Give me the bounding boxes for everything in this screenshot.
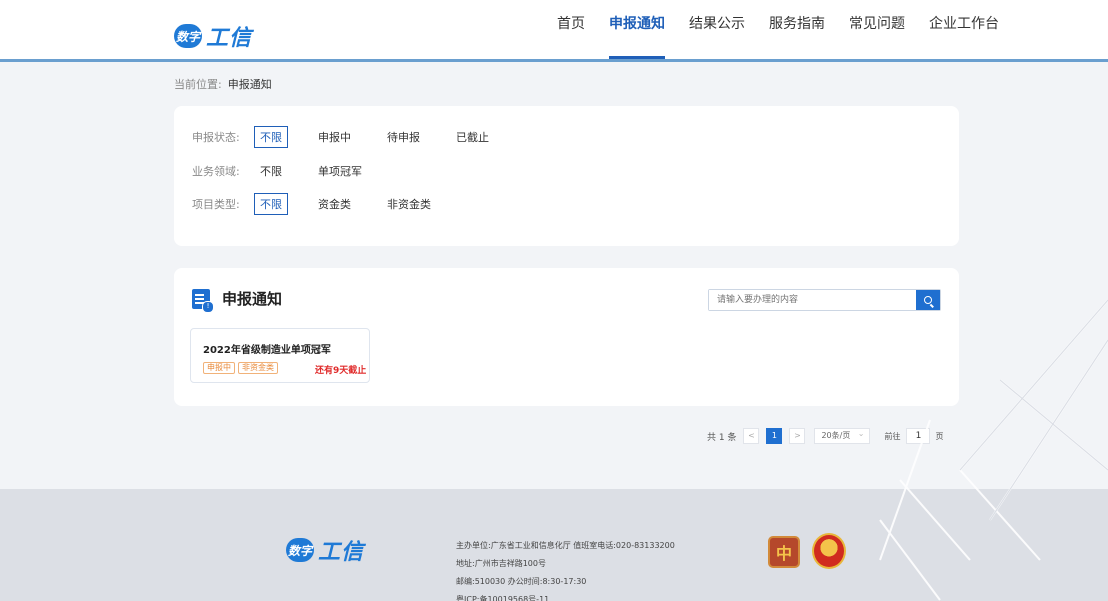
filter-row-domain: 业务领域: 不限 单项冠军 (192, 160, 392, 182)
filter-option[interactable]: 不限 (254, 126, 288, 148)
site-logo[interactable]: 数字 工信 (174, 20, 252, 52)
search-input[interactable] (709, 290, 918, 310)
footer-sponsor: 主办单位:广东省工业和信息化厅 值班室电话:020-83133200 (456, 541, 675, 550)
list-header: 申报通知 (192, 288, 283, 313)
goto-page-input[interactable]: 1 (906, 428, 931, 444)
breadcrumb-prefix: 当前位置: (174, 78, 222, 91)
deadline-text: 还有9天截止 (315, 366, 367, 376)
filter-option[interactable]: 资金类 (312, 193, 357, 215)
notice-tags: 申报中 非资金类 (203, 362, 281, 374)
nav-workbench[interactable]: 企业工作台 (917, 0, 1011, 59)
list-title: 申报通知 (222, 290, 283, 308)
next-page-button[interactable]: > (789, 428, 806, 444)
page-number-button[interactable]: 1 (766, 428, 783, 444)
watermark-stroke (999, 379, 1108, 471)
logo-badge: 数字 (174, 24, 202, 48)
notice-doc-icon (192, 288, 214, 313)
filter-option[interactable]: 单项冠军 (312, 160, 368, 182)
filter-option[interactable]: 不限 (254, 160, 288, 182)
status-badge: 申报中 (203, 362, 235, 374)
pagination: 共 1 条 < 1 > 20条/页 前往 1 页 (707, 427, 944, 444)
footer-hours: 邮编:510030 办公时间:8:30-17:30 (456, 577, 587, 586)
breadcrumb-current[interactable]: 申报通知 (228, 78, 272, 91)
search-icon (924, 296, 932, 304)
nav-home[interactable]: 首页 (545, 0, 597, 59)
watermark-stroke (999, 379, 1108, 471)
nav-results[interactable]: 结果公示 (677, 0, 757, 59)
footer-icp[interactable]: 粤ICP:备10019568号-11 (456, 591, 675, 601)
site-header: 数字 工信 首页 申报通知 结果公示 服务指南 常见问题 企业工作台 (0, 0, 1108, 62)
nav-guide[interactable]: 服务指南 (757, 0, 837, 59)
filter-label: 项目类型: (192, 198, 240, 211)
filter-option[interactable]: 非资金类 (381, 193, 437, 215)
main-nav: 首页 申报通知 结果公示 服务指南 常见问题 企业工作台 (545, 0, 1011, 62)
national-emblem-icon (812, 533, 846, 569)
filter-label: 申报状态: (192, 131, 240, 144)
nav-notices[interactable]: 申报通知 (597, 0, 677, 59)
filter-row-status: 申报状态: 不限 申报中 待申报 已截止 (192, 126, 519, 148)
breadcrumb: 当前位置: 申报通知 (174, 76, 272, 92)
search-button[interactable] (916, 290, 940, 310)
search-bar (708, 289, 941, 311)
filter-option[interactable]: 已截止 (450, 126, 495, 148)
filter-panel: 申报状态: 不限 申报中 待申报 已截止 业务领域: 不限 单项冠军 项目类型:… (174, 106, 959, 246)
goto-label: 前往 (884, 431, 901, 441)
footer-logo-badge: 数字 (286, 538, 314, 562)
watermark-stroke (959, 299, 1108, 471)
type-badge: 非资金类 (238, 362, 278, 374)
notice-card[interactable]: 2022年省级制造业单项冠军 申报中 非资金类 还有9天截止 (190, 328, 370, 383)
footer-logo-text: 工信 (318, 540, 365, 565)
footer-address: 地址:广州市吉祥路100号 (456, 559, 546, 568)
nav-faq[interactable]: 常见问题 (837, 0, 917, 59)
filter-option[interactable]: 申报中 (312, 126, 357, 148)
prev-page-button[interactable]: < (743, 428, 760, 444)
notice-list-panel: 申报通知 2022年省级制造业单项冠军 申报中 非资金类 还有9天截止 (174, 268, 959, 406)
footer-logo: 数字 工信 (286, 534, 364, 566)
gov-site-badge-icon[interactable]: 中 (768, 536, 800, 568)
site-footer: 数字 工信 主办单位:广东省工业和信息化厅 值班室电话:020-83133200… (0, 489, 1108, 601)
filter-label: 业务领域: (192, 165, 240, 178)
filter-row-type: 项目类型: 不限 资金类 非资金类 (192, 193, 461, 215)
goto-unit: 页 (935, 431, 944, 441)
notice-title[interactable]: 2022年省级制造业单项冠军 (203, 341, 331, 356)
page-size-select[interactable]: 20条/页 (814, 427, 871, 444)
filter-option[interactable]: 不限 (254, 193, 288, 215)
footer-info: 主办单位:广东省工业和信息化厅 值班室电话:020-83133200 地址:广州… (456, 537, 675, 601)
watermark-stroke (959, 299, 1108, 471)
filter-option[interactable]: 待申报 (381, 126, 426, 148)
total-count: 共 1 条 (707, 432, 737, 443)
logo-text: 工信 (206, 26, 253, 51)
